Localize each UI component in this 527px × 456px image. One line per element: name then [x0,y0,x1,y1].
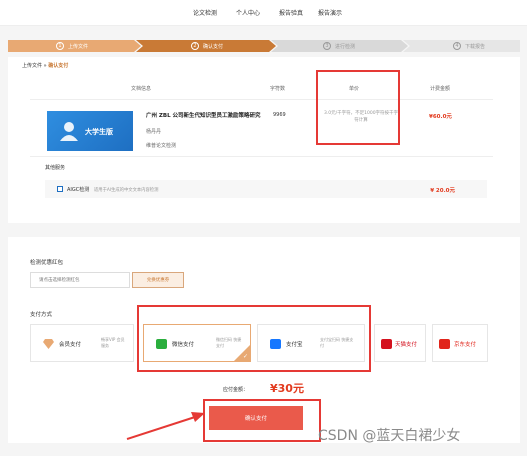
step-label: 进行检测 [335,43,356,50]
doc-title: 广州 ZBL 公司新生代知识型员工激励策略研究 [146,113,261,119]
step-detect: 3 进行检测 [271,40,408,52]
pay-jd-name: 京东支付 [454,342,477,348]
step-label: 上传文件 [68,43,89,50]
pay-jd[interactable]: 京东支付 [432,324,488,362]
step-progress: 1 上传文件 2 确认支付 3 进行检测 4 下载报告 [8,40,520,52]
step-confirm-pay: 2 确认支付 [136,40,276,52]
pay-tmall-name: 天猫支付 [395,342,418,348]
step-number: 2 [191,42,199,50]
product-badge: 大学生版 [85,128,113,136]
col-doc-info: 文档信息 [131,86,152,92]
nav-personal-center[interactable]: 个人中心 [236,8,260,17]
aigc-service-row[interactable]: AIGC检测 适用于AI生成的中文文本内容检测 ¥ 20.0元 [45,180,487,198]
aigc-name: AIGC检测 [67,187,90,193]
step-download: 4 下载报告 [403,40,520,52]
doc-service: 维普论文检测 [146,143,177,149]
word-count: 9969 [273,112,286,118]
step-upload: 1 上传文件 [8,40,141,52]
col-amount: 计费金额 [430,86,451,92]
nav-report-verify[interactable]: 报告验真 [279,8,303,17]
nav-report-demo[interactable]: 报告演示 [318,8,342,17]
breadcrumb-separator: » [43,63,47,69]
doc-author: 杨丹丹 [146,129,162,135]
other-services-title: 其他服务 [45,165,66,171]
due-amount: ¥30元 [270,382,304,395]
coupon-title: 检测优惠红包 [30,260,64,266]
aigc-checkbox[interactable] [57,186,63,192]
tmall-icon [381,339,392,349]
top-nav: 论文检测 个人中心 报告验真 报告演示 [0,0,527,26]
step-number: 1 [56,42,64,50]
pay-member[interactable]: 会员支付 畅享VIP 会员服务 [30,324,134,362]
step-number: 4 [453,42,461,50]
order-amount: ¥60.0元 [429,114,452,120]
step-label: 下载报告 [465,43,486,50]
jd-icon [439,339,450,349]
nav-thesis-check[interactable]: 论文检测 [193,8,217,17]
pay-member-name: 会员支付 [59,342,82,348]
coupon-input[interactable] [30,272,130,288]
annotation-arrow-icon [126,412,205,440]
step-number: 3 [323,42,331,50]
highlight-unit-price [316,70,400,145]
highlight-payment-methods [137,305,371,372]
step-label: 确认支付 [203,43,224,50]
pay-member-sub: 畅享VIP 会员服务 [101,337,125,348]
col-words: 字符数 [270,86,286,92]
due-label: 应付金额： [223,387,249,393]
payment-title: 支付方式 [30,312,53,318]
aigc-desc: 适用于AI生成的中文文本内容检测 [94,187,159,193]
breadcrumb: 上传文件 » 确认支付 [22,62,68,69]
breadcrumb-current: 确认支付 [48,63,69,69]
watermark: CSDN @蓝天白裙少女 [318,428,461,444]
breadcrumb-parent[interactable]: 上传文件 [22,63,42,69]
diamond-icon [43,339,54,349]
highlight-confirm [203,399,321,442]
student-icon [60,122,78,141]
pay-tmall[interactable]: 天猫支付 [374,324,426,362]
redeem-coupon-button[interactable]: 兑换优惠券 [132,272,184,288]
aigc-price: ¥ 20.0元 [430,188,455,194]
product-image: 大学生版 [47,111,133,151]
